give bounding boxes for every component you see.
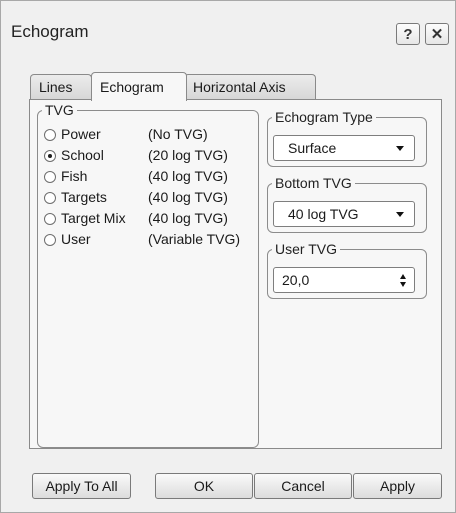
help-button[interactable]: ? (396, 23, 420, 45)
cancel-button[interactable]: Cancel (254, 473, 352, 499)
tab-echogram[interactable]: Echogram (91, 72, 187, 101)
chevron-down-icon (396, 212, 404, 217)
radio-button[interactable] (44, 213, 56, 225)
radio-button[interactable] (44, 171, 56, 183)
spin-down-icon[interactable] (400, 282, 406, 287)
user-tvg-group: User TVG 20,0 (267, 241, 427, 299)
radio-power[interactable]: Power (No TVG) (44, 126, 256, 144)
title-bar: Echogram ? ✕ (1, 1, 455, 51)
bottom-tvg-legend: Bottom TVG (275, 175, 352, 191)
radio-description: (No TVG) (148, 126, 208, 142)
echogram-type-value: Surface (288, 140, 337, 156)
user-tvg-legend: User TVG (275, 241, 337, 257)
echogram-tab-panel: TVG Power (No TVG) School (20 log TVG) F… (29, 99, 442, 449)
radio-selected-dot (48, 154, 52, 158)
close-icon: ✕ (430, 26, 444, 43)
echogram-dialog: Echogram ? ✕ Lines Horizontal Axis Echog… (0, 0, 456, 513)
tab-horizontal-axis[interactable]: Horizontal Axis (184, 74, 316, 100)
radio-label: Target Mix (61, 210, 126, 226)
radio-label: Fish (61, 168, 88, 184)
radio-description: (Variable TVG) (148, 231, 241, 247)
bottom-tvg-value: 40 log TVG (288, 206, 359, 222)
radio-description: (40 log TVG) (148, 210, 228, 226)
tvg-group: TVG Power (No TVG) School (20 log TVG) F… (37, 102, 259, 448)
echogram-type-group: Echogram Type Surface (267, 109, 427, 167)
radio-targets[interactable]: Targets (40 log TVG) (44, 189, 256, 207)
radio-description: (20 log TVG) (148, 147, 228, 163)
tab-lines-label: Lines (39, 79, 73, 95)
tvg-legend: TVG (45, 102, 74, 118)
radio-button[interactable] (44, 192, 56, 204)
help-icon: ? (403, 25, 413, 43)
radio-label: Power (61, 126, 101, 142)
radio-description: (40 log TVG) (148, 168, 228, 184)
tab-horizontal-axis-label: Horizontal Axis (193, 79, 286, 95)
tvg-options: Power (No TVG) School (20 log TVG) Fish … (38, 118, 258, 447)
spin-up-icon[interactable] (400, 274, 406, 279)
chevron-down-icon (396, 146, 404, 151)
radio-school[interactable]: School (20 log TVG) (44, 147, 256, 165)
radio-button[interactable] (44, 129, 56, 141)
dialog-title: Echogram (11, 22, 89, 41)
tab-lines[interactable]: Lines (30, 74, 92, 100)
radio-description: (40 log TVG) (148, 189, 228, 205)
tab-echogram-label: Echogram (100, 79, 164, 95)
user-tvg-spinner[interactable]: 20,0 (273, 267, 415, 293)
radio-fish[interactable]: Fish (40 log TVG) (44, 168, 256, 186)
apply-to-all-button[interactable]: Apply To All (32, 473, 131, 499)
close-button[interactable]: ✕ (425, 23, 449, 45)
user-tvg-value: 20,0 (282, 272, 310, 288)
echogram-type-legend: Echogram Type (275, 109, 373, 125)
bottom-tvg-select[interactable]: 40 log TVG (273, 201, 415, 227)
radio-label: User (61, 231, 91, 247)
apply-button[interactable]: Apply (353, 473, 442, 499)
bottom-tvg-group: Bottom TVG 40 log TVG (267, 175, 427, 233)
radio-label: Targets (61, 189, 107, 205)
echogram-type-select[interactable]: Surface (273, 135, 415, 161)
radio-button[interactable] (44, 234, 56, 246)
radio-label: School (61, 147, 104, 163)
radio-user[interactable]: User (Variable TVG) (44, 231, 256, 249)
radio-button[interactable] (44, 150, 56, 162)
ok-button[interactable]: OK (155, 473, 253, 499)
radio-target-mix[interactable]: Target Mix (40 log TVG) (44, 210, 256, 228)
